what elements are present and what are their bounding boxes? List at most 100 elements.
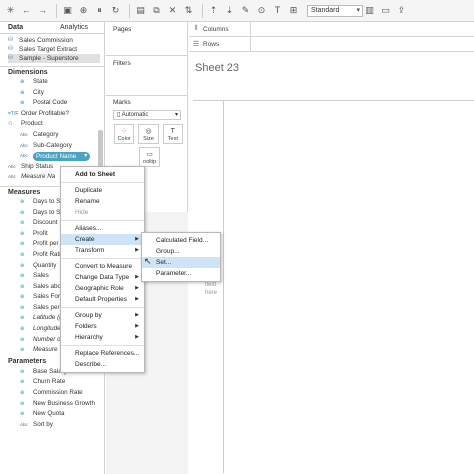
tooltip-button[interactable]: ▭ ooltip [139, 147, 160, 167]
swap-icon[interactable]: ⇅ [182, 4, 195, 17]
menu-item-create[interactable]: Create [61, 234, 144, 245]
show-cards-icon[interactable]: ▥ [363, 4, 376, 17]
clear-icon[interactable]: ✕ [166, 4, 179, 17]
submenu-item-group[interactable]: Group... [142, 246, 220, 257]
share-icon[interactable]: ⇪ [395, 4, 408, 17]
menu-item-change-data-type[interactable]: Change Data Type [61, 272, 144, 283]
sort-asc-icon[interactable]: ⇡ [207, 4, 220, 17]
measure-icon: ⊛ [20, 336, 25, 343]
mark-buttons: ⁘ Color ◎ Size T Text [114, 124, 187, 144]
menu-item-aliases[interactable]: Aliases... [61, 223, 144, 234]
datasource-label: Sales Commission [19, 37, 73, 44]
view-area: ⦀ Columns ☰ Rows Sheet 23 field here [189, 21, 474, 474]
canvas-divider [223, 101, 224, 473]
dimension-product-name[interactable]: Abc Product Name [0, 151, 104, 162]
menu-item-default-properties[interactable]: Default Properties [61, 294, 144, 305]
filters-card[interactable]: Filters [106, 56, 187, 96]
field-label: Churn Rate [33, 378, 66, 386]
submenu-item-calculated-field[interactable]: Calculated Field... [142, 235, 220, 246]
presentation-icon[interactable]: ▭ [379, 4, 392, 17]
toolbar-separator [202, 3, 203, 18]
size-button[interactable]: ◎ Size [138, 124, 159, 144]
parameter-icon: ⊛ [20, 368, 25, 375]
measure-icon: ⊛ [20, 347, 25, 354]
dimension-order-profitable[interactable]: =T/F Order Profitable? [0, 109, 104, 120]
globe-icon: ⊕ [20, 100, 25, 107]
globe-icon: ⊕ [20, 79, 25, 85]
label-icon[interactable]: T [271, 4, 284, 17]
dimension-state[interactable]: ⊕ State [0, 77, 104, 88]
datasource-item[interactable]: ⛁ Sample - Superstore [8, 54, 100, 63]
dimension-sub-category[interactable]: Abc Sub-Category [0, 141, 104, 152]
measure-icon: ⊛ [20, 304, 25, 311]
datasource-item[interactable]: ⛁ Sales Target Extract [8, 45, 104, 54]
measure-icon: ⊛ [20, 251, 25, 258]
mark-type-select[interactable]: ▯ Automatic [113, 110, 181, 120]
color-button[interactable]: ⁘ Color [114, 124, 135, 144]
detail-button[interactable] [114, 147, 135, 167]
fix-axes-icon[interactable]: ⊞ [287, 4, 300, 17]
size-icon: ◎ [145, 128, 152, 135]
mark-type-value: Automatic [121, 112, 149, 118]
duplicate-icon[interactable]: ⧉ [150, 4, 163, 17]
submenu-item-parameter[interactable]: Parameter... [142, 268, 220, 279]
menu-item-rename[interactable]: Rename [61, 196, 144, 207]
add-datasource-icon[interactable]: ⊕ [77, 4, 90, 17]
parameter-sort-by[interactable]: Abc Sort by [0, 420, 104, 431]
tab-data[interactable]: Data [0, 22, 52, 33]
tab-analytics[interactable]: Analytics [52, 22, 104, 33]
menu-separator [61, 258, 144, 259]
field-label: State [33, 78, 48, 85]
menu-item-transform[interactable]: Transform [61, 245, 144, 256]
sort-desc-icon[interactable]: ⇣ [223, 4, 236, 17]
dimension-product[interactable]: ⚇ Product [0, 119, 104, 130]
new-worksheet-icon[interactable]: ▤ [134, 4, 147, 17]
parameter-icon: ⊛ [20, 411, 25, 418]
redo-icon[interactable]: → [36, 4, 49, 17]
group-icon[interactable]: ⊙ [255, 4, 268, 17]
menu-item-group-by[interactable]: Group by [61, 310, 144, 321]
rows-shelf[interactable]: ☰ Rows [189, 36, 474, 52]
fit-select[interactable]: Standard [307, 4, 363, 17]
pages-card[interactable]: Pages [106, 22, 187, 56]
columns-shelf[interactable]: ⦀ Columns [189, 21, 474, 37]
menu-item-hierarchy[interactable]: Hierarchy [61, 332, 144, 343]
undo-icon[interactable]: ← [20, 4, 33, 17]
menu-item-replace-references[interactable]: Replace References... [61, 348, 144, 359]
menu-item-duplicate[interactable]: Duplicate [61, 185, 144, 196]
highlight-icon[interactable]: ✎ [239, 4, 252, 17]
submenu-item-set[interactable]: Set... [142, 257, 220, 268]
menu-item-describe[interactable]: Describe... [61, 359, 144, 370]
dimension-city[interactable]: ⊕ City [0, 88, 104, 99]
save-icon[interactable]: ▣ [61, 4, 74, 17]
field-context-menu: Add to Sheet Duplicate Rename Hide Aliases..… [60, 166, 145, 373]
datasource-label: Sample - Superstore [19, 55, 79, 62]
field-label: City [33, 88, 44, 96]
mouse-cursor-icon: ↖ [144, 256, 152, 266]
view-canvas[interactable]: field here [193, 100, 474, 474]
datasource-item[interactable]: ⛁ Sales Commission [8, 36, 104, 45]
pause-icon[interactable]: ⏸ [93, 4, 106, 17]
menu-item-folders[interactable]: Folders [61, 321, 144, 332]
refresh-icon[interactable]: ↻ [109, 4, 122, 17]
parameter-churn-rate[interactable]: ⊛ Churn Rate [0, 377, 104, 388]
sheet-title[interactable]: Sheet 23 [189, 62, 474, 74]
parameter-new-business-growth[interactable]: ⊛ New Business Growth [0, 399, 104, 410]
menu-item-geographic-role[interactable]: Geographic Role [61, 283, 144, 294]
drop-field-hint: field here [205, 281, 217, 297]
string-field-icon: Abc [20, 131, 28, 137]
tableau-logo-icon[interactable]: ✳ [4, 4, 17, 17]
measure-icon: ⊛ [20, 273, 25, 280]
menu-item-convert-to-measure[interactable]: Convert to Measure [61, 261, 144, 272]
field-label: Quantity [33, 261, 57, 269]
datasource-label: Sales Target Extract [19, 46, 78, 53]
dimension-postal-code[interactable]: ⊕ Postal Code [0, 98, 104, 109]
parameters-list: ⊛ Base Salary ⊛ Churn Rate ⊛ Commission Rate ⊛… [0, 367, 104, 431]
marks-card: Marks ▯ Automatic ⁘Color◎SizeTText ▭ ool… [106, 96, 187, 167]
menu-item-add-to-sheet[interactable]: Add to Sheet [61, 169, 144, 180]
field-label: New Quota [33, 410, 65, 418]
parameter-commission-rate[interactable]: ⊛ Commission Rate [0, 388, 104, 399]
text-button[interactable]: T Text [162, 124, 183, 144]
parameter-new-quota[interactable]: ⊛ New Quota [0, 409, 104, 420]
dimension-category[interactable]: Abc Category [0, 130, 104, 141]
